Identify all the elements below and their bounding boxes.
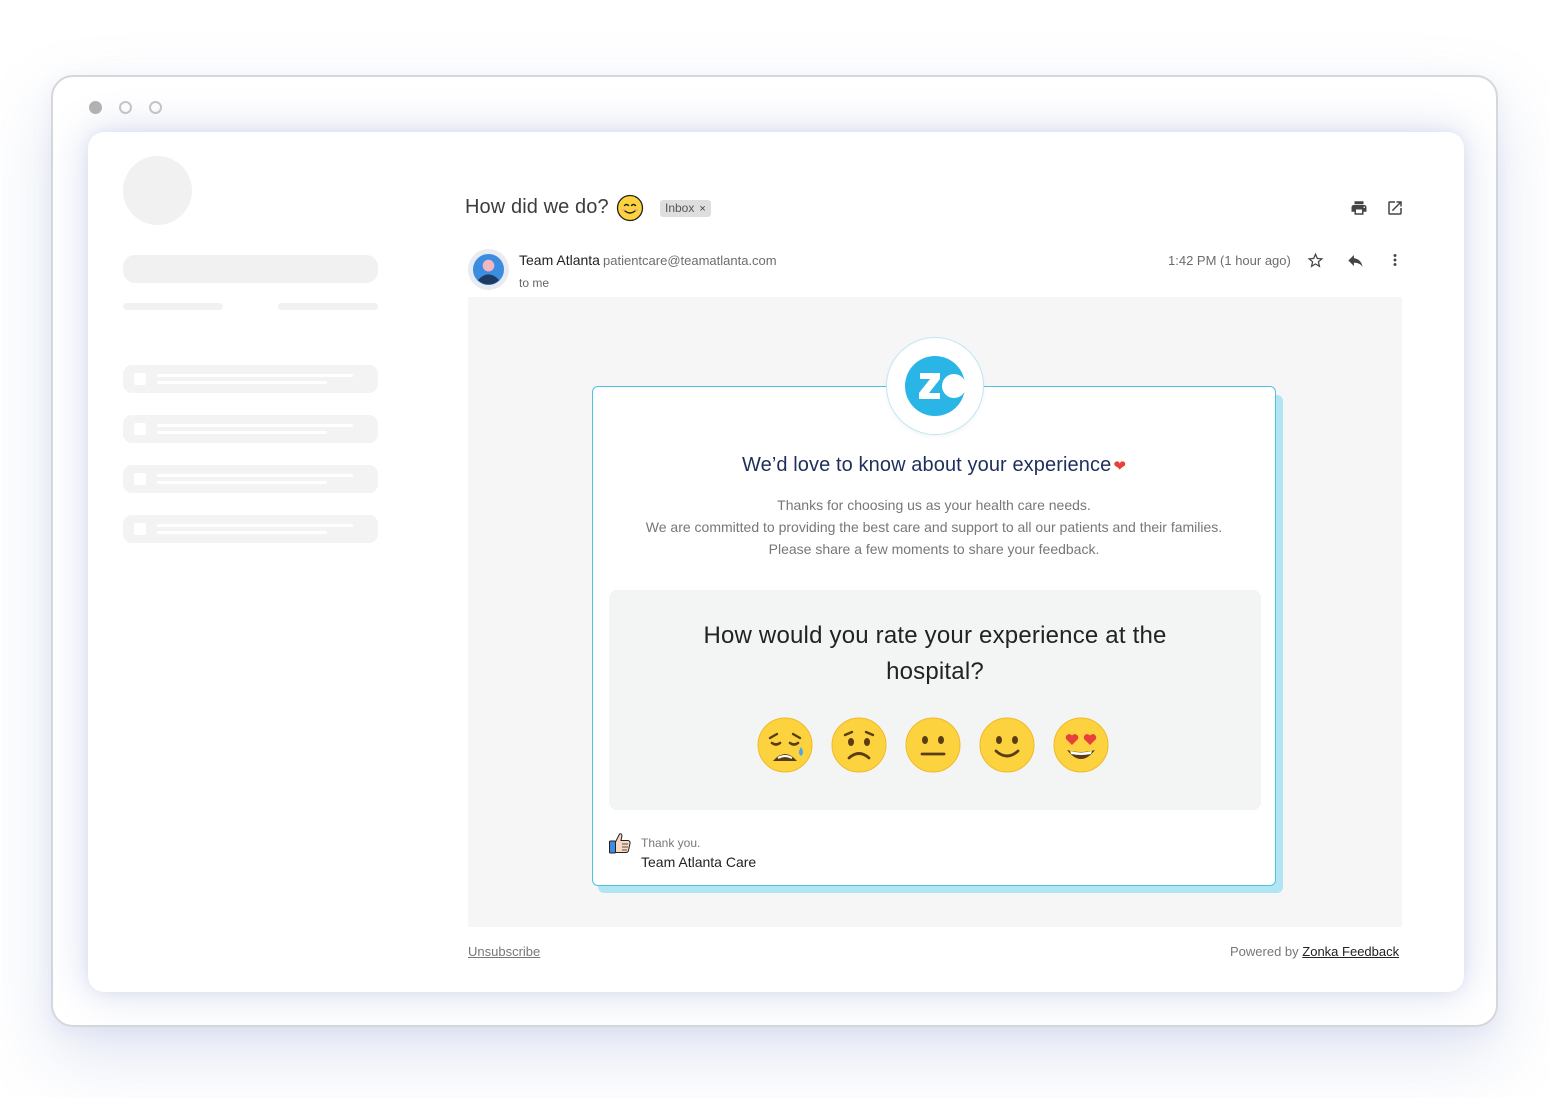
description-line: We are committed to providing the best c… [645, 519, 1223, 535]
sender-email: patientcare@teamatlanta.com [603, 253, 777, 268]
rating-options [757, 717, 1117, 777]
powered-by: Powered by Zonka Feedback [1230, 944, 1399, 959]
skeleton-list-item [123, 415, 378, 443]
window-close-dot[interactable] [89, 101, 102, 114]
zonka-logo-icon [905, 356, 966, 416]
email-client: How did we do? Inbox × Team Atlanta pati… [88, 132, 1464, 992]
signature-text: Team Atlanta Care [641, 854, 757, 870]
print-icon [1351, 201, 1367, 215]
rating-question: How would you rate your experience at th… [609, 618, 1261, 690]
zonka-feedback-link[interactable]: Zonka Feedback [1302, 944, 1399, 959]
skeleton-avatar [123, 156, 192, 225]
remove-label-icon[interactable]: × [699, 203, 705, 215]
window-minimize-dot[interactable] [119, 101, 132, 114]
recipient-label[interactable]: to me [519, 276, 549, 290]
thumbs-up-icon [608, 830, 636, 858]
question-line: hospital? [886, 658, 984, 685]
email-subject: How did we do? [465, 196, 609, 218]
skeleton-search-bar [123, 255, 378, 283]
inbox-label-chip[interactable]: Inbox × [660, 200, 711, 217]
inbox-label-text: Inbox [665, 201, 695, 215]
heart-icon: ❤ [1113, 458, 1126, 475]
survey-title: We’d love to know about your experience ❤ [592, 454, 1276, 477]
survey-description: Thanks for choosing us as your health ca… [592, 494, 1276, 560]
smiling-face-icon [616, 194, 644, 227]
open-in-new-window-button[interactable] [1384, 197, 1406, 219]
skeleton-line [278, 303, 378, 310]
sender-name: Team Atlanta [519, 252, 600, 268]
star-icon [1307, 252, 1323, 268]
person-avatar-icon [472, 253, 505, 286]
happy-face-icon[interactable] [979, 717, 1035, 773]
open-in-new-icon [1388, 201, 1402, 215]
skeleton-list-item [123, 465, 378, 493]
more-options-button[interactable] [1384, 249, 1406, 271]
browser-window: How did we do? Inbox × Team Atlanta pati… [51, 75, 1498, 1027]
survey-title-text: We’d love to know about your experience [742, 454, 1112, 476]
print-button[interactable] [1348, 197, 1370, 219]
email-timestamp: 1:42 PM (1 hour ago) [1168, 253, 1291, 268]
brand-logo [887, 338, 983, 434]
skeleton-list-item [123, 515, 378, 543]
unhappy-face-icon[interactable] [831, 717, 887, 773]
thank-you-text: Thank you. [641, 836, 701, 850]
question-line: How would you rate your experience at th… [703, 622, 1167, 649]
description-line: Please share a few moments to share your… [768, 541, 1100, 557]
unsubscribe-link[interactable]: Unsubscribe [468, 944, 540, 959]
neutral-face-icon[interactable] [905, 717, 961, 773]
love-face-icon[interactable] [1053, 717, 1109, 773]
window-maximize-dot[interactable] [149, 101, 162, 114]
powered-by-label: Powered by [1230, 944, 1299, 959]
skeleton-line [123, 303, 223, 310]
star-button[interactable] [1304, 249, 1326, 271]
reply-icon [1347, 254, 1363, 267]
more-vert-icon [1393, 254, 1397, 266]
very-unhappy-face-icon[interactable] [757, 717, 813, 773]
sender-avatar[interactable] [468, 249, 509, 290]
reply-button[interactable] [1344, 249, 1366, 271]
skeleton-list-item [123, 365, 378, 393]
description-line: Thanks for choosing us as your health ca… [777, 497, 1091, 513]
